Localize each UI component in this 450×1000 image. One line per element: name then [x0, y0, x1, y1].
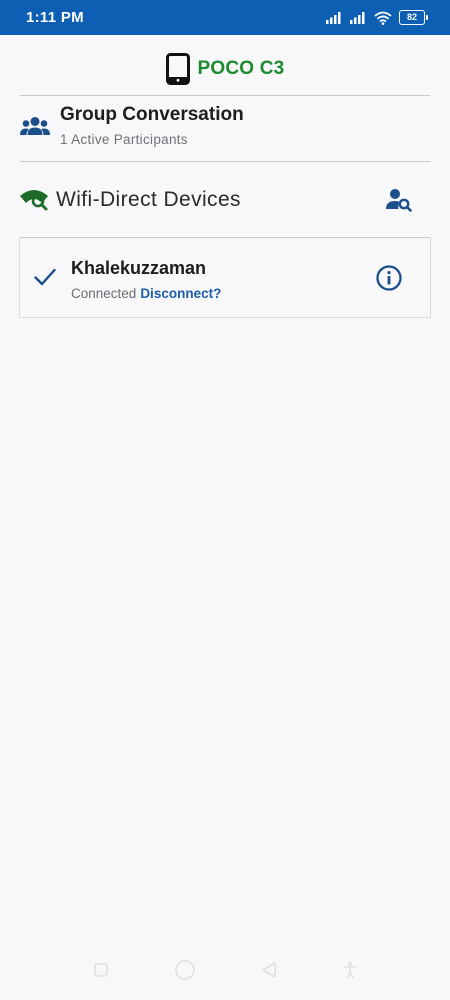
wifi-direct-header: Wifi-Direct Devices — [20, 180, 430, 224]
person-search-icon[interactable] — [386, 188, 412, 212]
device-header: POCO C3 — [0, 52, 450, 86]
divider — [20, 161, 430, 162]
group-icon — [20, 117, 50, 135]
check-icon — [34, 268, 56, 286]
peer-status: Connected — [71, 286, 137, 301]
square-icon[interactable] — [93, 962, 109, 978]
status-icons: 82 — [326, 10, 428, 25]
signal-icon — [350, 12, 365, 24]
group-subtitle: 1 Active Participants — [60, 132, 188, 147]
battery-icon: 82 — [399, 10, 428, 25]
device-name: POCO C3 — [197, 58, 285, 79]
status-time: 1:11 PM — [26, 9, 84, 26]
wifi-direct-title: Wifi-Direct Devices — [56, 188, 241, 211]
status-bar: 1:11 PM 82 — [0, 0, 450, 35]
accessibility-icon[interactable] — [342, 961, 358, 979]
system-nav-bar — [0, 940, 450, 1000]
wifi-search-icon — [20, 190, 48, 211]
circle-icon[interactable] — [174, 959, 196, 981]
back-icon[interactable] — [261, 961, 277, 979]
signal-icon — [326, 12, 341, 24]
group-conversation-row[interactable]: Group Conversation 1 Active Participants — [20, 104, 430, 154]
wifi-icon — [374, 11, 392, 25]
peer-name: Khalekuzzaman — [71, 258, 207, 278]
tablet-icon — [165, 53, 190, 85]
info-icon[interactable] — [375, 264, 403, 292]
group-title: Group Conversation — [60, 104, 244, 125]
peer-status-line: Connected Disconnect? — [71, 286, 221, 301]
disconnect-link[interactable]: Disconnect? — [140, 286, 221, 301]
peer-card[interactable]: Khalekuzzaman Connected Disconnect? — [19, 238, 431, 318]
divider — [20, 95, 430, 96]
battery-level: 82 — [399, 10, 425, 25]
